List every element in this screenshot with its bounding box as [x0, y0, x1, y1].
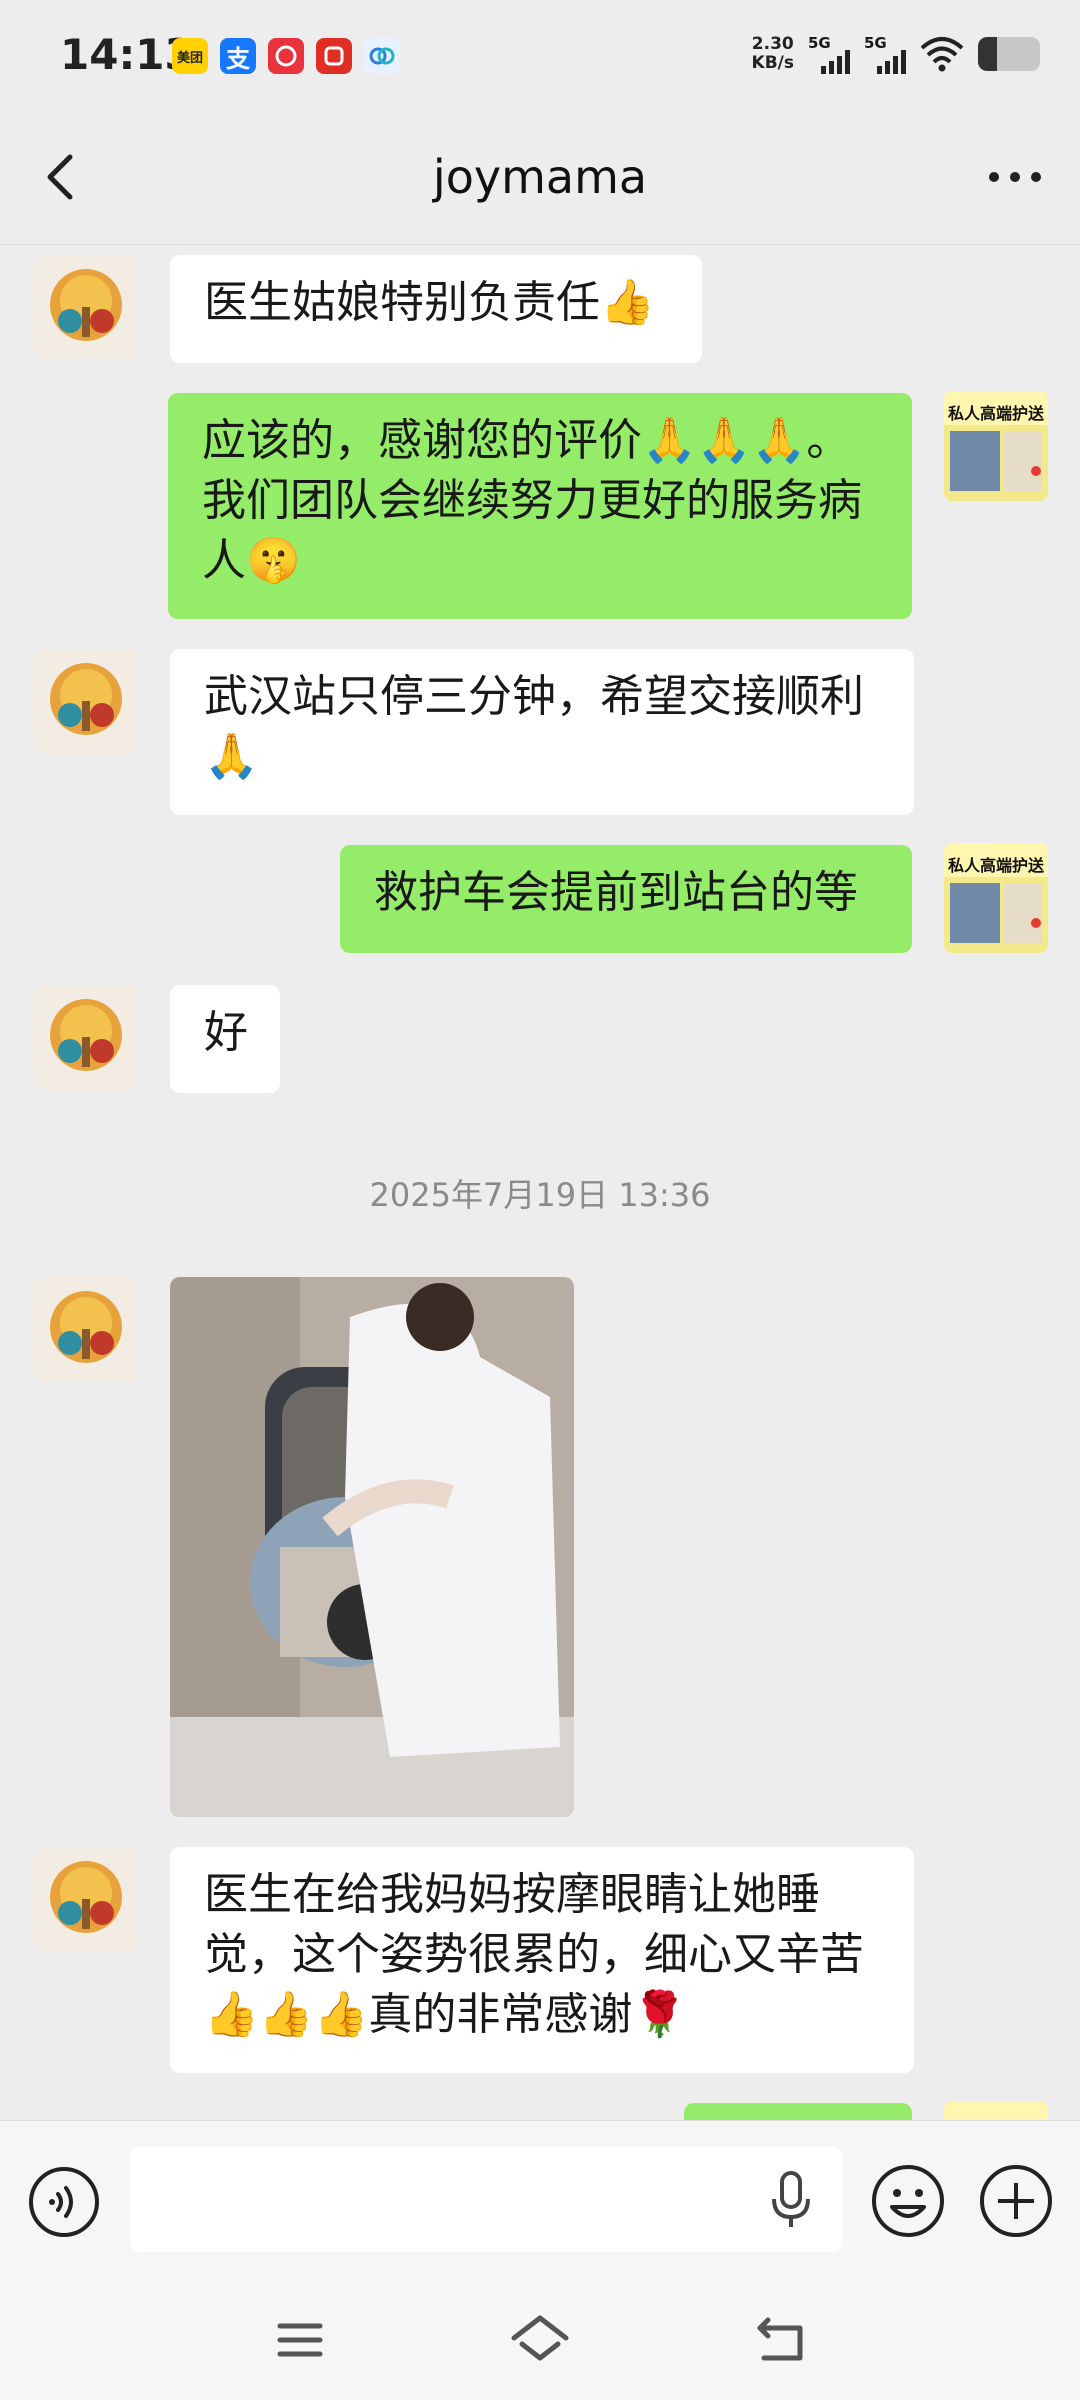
svg-text:私人高端护送: 私人高端护送: [948, 856, 1045, 875]
chat-header: joymama: [0, 110, 1080, 245]
status-bar: 14:13 美团 支 2.30 KB/s 5G 5G: [0, 0, 1080, 110]
message-bubble-incoming[interactable]: 医生姑娘特别负责任👍: [170, 255, 702, 363]
app-red-icon: [268, 38, 304, 74]
emoji-icon: [872, 2165, 944, 2237]
voice-mode-button[interactable]: [28, 2166, 100, 2238]
more-icon: [989, 172, 1041, 182]
message-bubble-incoming[interactable]: 医生在给我妈妈按摩眼睛让她睡觉，这个姿势很累的，细心又辛苦👍👍👍真的非常感谢🌹: [170, 1847, 914, 2073]
home-icon: [511, 2315, 569, 2361]
menu-icon: [277, 2323, 323, 2357]
microphone-icon: [772, 2171, 810, 2227]
message-bubble-outgoing[interactable]: 应该的，感谢您的评价🙏🙏🙏。我们团队会继续努力更好的服务病人🤫: [168, 393, 912, 619]
back-nav-button[interactable]: [750, 2310, 814, 2370]
alipay-icon: 支: [220, 38, 256, 74]
plus-icon: [980, 2165, 1052, 2237]
message-text: 救护车会提前到站台的等: [374, 867, 858, 918]
microphone-button[interactable]: [770, 2169, 812, 2231]
return-icon: [757, 2317, 803, 2361]
message-input-bar: [0, 2120, 1080, 2281]
message-bubble-incoming[interactable]: 好: [170, 985, 280, 1093]
image-message[interactable]: [170, 1277, 574, 1817]
home-button[interactable]: [508, 2310, 572, 2370]
message-bubble-outgoing[interactable]: [684, 2103, 912, 2120]
signal-icon: 5G: [808, 34, 850, 74]
svg-text:私人高端护送: 私人高端护送: [948, 404, 1045, 423]
network-speed: 2.30 KB/s: [751, 34, 794, 73]
message-bubble-outgoing[interactable]: 救护车会提前到站台的等: [340, 845, 912, 953]
contact-avatar[interactable]: [34, 649, 138, 753]
self-avatar[interactable]: [944, 2101, 1048, 2120]
voice-icon: [29, 2167, 99, 2237]
signal-icon: 5G: [864, 34, 906, 74]
message-timestamp: 2025年7月19日 13:36: [369, 1176, 711, 1214]
message-text: 医生在给我妈妈按摩眼睛让她睡觉，这个姿势很累的，细心又辛苦👍👍👍真的非常感谢🌹: [204, 1869, 864, 2040]
chat-title: joymama: [432, 150, 648, 204]
battery-icon: [978, 37, 1040, 71]
message-input[interactable]: [130, 2146, 842, 2252]
message-text: 武汉站只停三分钟，希望交接顺利🙏: [204, 671, 864, 782]
message-list[interactable]: 医生姑娘特别负责任👍 应该的，感谢您的评价🙏🙏🙏。我们团队会继续努力更好的服务病…: [0, 245, 1080, 2120]
message-text: 应该的，感谢您的评价🙏🙏🙏。我们团队会继续努力更好的服务病人🤫: [202, 415, 862, 586]
emoji-button[interactable]: [870, 2163, 946, 2239]
more-actions-button[interactable]: [978, 2163, 1054, 2239]
self-avatar[interactable]: 私人高端护送: [944, 391, 1048, 501]
app-blue-icon: [364, 38, 400, 74]
contact-avatar[interactable]: [34, 1847, 138, 1951]
wifi-icon: [920, 37, 964, 72]
more-options-button[interactable]: [980, 152, 1050, 202]
message-bubble-incoming[interactable]: 武汉站只停三分钟，希望交接顺利🙏: [170, 649, 914, 815]
contact-avatar[interactable]: [34, 985, 138, 1089]
self-avatar[interactable]: 私人高端护送: [944, 843, 1048, 953]
message-text: 医生姑娘特别负责任👍: [204, 277, 655, 328]
system-navigation-bar: [0, 2280, 1080, 2400]
contact-avatar[interactable]: [34, 1277, 138, 1381]
message-text: 好: [204, 1007, 248, 1058]
pinduoduo-icon: [316, 38, 352, 74]
recent-apps-button[interactable]: [268, 2310, 332, 2370]
notification-icons: 美团 支: [172, 38, 400, 74]
meituan-icon: 美团: [172, 38, 208, 74]
contact-avatar[interactable]: [34, 255, 138, 359]
